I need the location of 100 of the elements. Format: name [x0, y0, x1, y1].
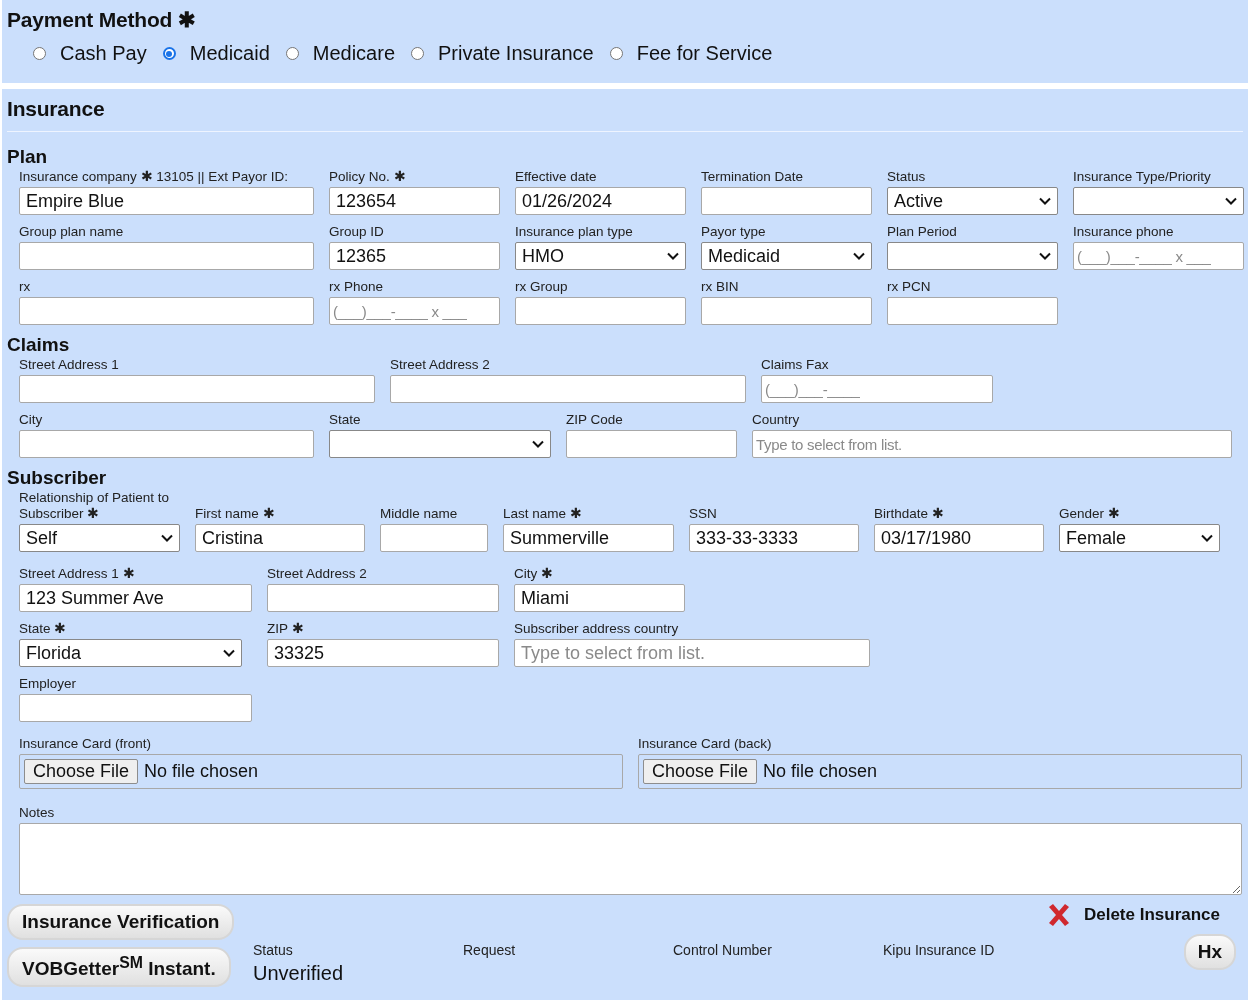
- radio-label[interactable]: Fee for Service: [636, 42, 773, 65]
- subsection-heading: Subscriber: [7, 467, 108, 489]
- field-label: First name ✱: [195, 506, 276, 522]
- field-label: Employer: [19, 676, 78, 692]
- field-label: Insurance company ✱ 13105 || Ext Payor ID:: [19, 169, 289, 185]
- input-field[interactable]: (___)___-____: [761, 375, 993, 403]
- column-label: Request: [463, 942, 517, 958]
- field-label: Plan Period: [887, 224, 958, 240]
- radio-button[interactable]: [609, 47, 623, 60]
- input-field[interactable]: [19, 242, 314, 270]
- field-label: Street Address 1 ✱: [19, 566, 136, 582]
- dropdown[interactable]: Florida: [19, 639, 242, 667]
- input-field[interactable]: Cristina: [195, 524, 365, 552]
- input-field[interactable]: [19, 297, 314, 325]
- chevron-down-icon: [667, 252, 679, 260]
- input-field[interactable]: [887, 297, 1058, 325]
- file-status-text: No file chosen: [144, 761, 259, 782]
- radio-label[interactable]: Medicaid: [189, 42, 270, 65]
- radio-label[interactable]: Cash Pay: [60, 42, 147, 65]
- choose-file-button[interactable]: Choose File: [24, 759, 139, 784]
- input-field[interactable]: [267, 584, 499, 612]
- dropdown[interactable]: [329, 430, 551, 458]
- input-field[interactable]: [19, 375, 375, 403]
- field-label: ZIP ✱: [267, 621, 305, 637]
- input-field[interactable]: (___)___-____ x ___: [329, 297, 500, 325]
- vobgetter-button[interactable]: VOBGetter$^{SM}$ Instant.: [7, 947, 231, 988]
- dropdown[interactable]: [1073, 187, 1244, 215]
- chevron-down-icon: [1039, 197, 1051, 205]
- field-label: Insurance Type/Priority: [1073, 169, 1212, 185]
- input-field[interactable]: [390, 375, 746, 403]
- field-label: rx Phone: [329, 279, 385, 295]
- field-label: rx BIN: [701, 279, 740, 295]
- input-field[interactable]: (___)___-____ x ___: [1073, 242, 1244, 270]
- input-field[interactable]: Empire Blue: [19, 187, 314, 215]
- dropdown[interactable]: Female: [1059, 524, 1220, 552]
- input-field[interactable]: 12365: [329, 242, 500, 270]
- field-label: Gender ✱: [1059, 506, 1121, 522]
- field-label: Policy No. ✱: [329, 169, 407, 185]
- field-label: State ✱: [19, 621, 68, 637]
- subsection-heading: Claims: [7, 334, 71, 356]
- dropdown[interactable]: Active: [887, 187, 1058, 215]
- field-label: Subscriber address country: [514, 621, 680, 637]
- input-field[interactable]: 01/26/2024: [515, 187, 686, 215]
- field-label: ZIP Code: [566, 412, 624, 428]
- input-field[interactable]: [380, 524, 488, 552]
- input-field[interactable]: 33325: [267, 639, 499, 667]
- file-status-text: No file chosen: [763, 761, 878, 782]
- delete-insurance-link[interactable]: Delete Insurance: [1083, 905, 1220, 925]
- input-field[interactable]: [19, 430, 314, 458]
- input-field[interactable]: 123654: [329, 187, 500, 215]
- field-label: Street Address 1: [19, 357, 120, 373]
- field-label: SSN: [689, 506, 718, 522]
- insurance-verification-button[interactable]: Insurance Verification: [7, 904, 235, 940]
- column-label: Control Number: [673, 942, 773, 958]
- choose-file-button[interactable]: Choose File: [643, 759, 758, 784]
- field-label: Claims Fax: [761, 357, 830, 373]
- input-field[interactable]: Type to select from list.: [752, 430, 1232, 458]
- radio-button[interactable]: [33, 47, 46, 60]
- chevron-down-icon: [161, 534, 173, 542]
- field-label: Insurance phone: [1073, 224, 1175, 240]
- field-label: Country: [752, 412, 801, 428]
- input-field[interactable]: Summerville: [503, 524, 674, 552]
- input-field[interactable]: 333-33-3333: [689, 524, 859, 552]
- notes-field[interactable]: [19, 823, 1242, 895]
- dropdown[interactable]: Self: [19, 524, 180, 552]
- radio-button[interactable]: [411, 47, 425, 60]
- field-label: Street Address 2: [267, 566, 368, 582]
- dropdown[interactable]: Medicaid: [701, 242, 872, 270]
- hx-button[interactable]: Hx: [1183, 934, 1236, 970]
- column-label: Status: [253, 942, 294, 958]
- input-field[interactable]: [515, 297, 686, 325]
- column-value: Unverified: [253, 962, 345, 985]
- field-label: Effective date: [515, 169, 598, 185]
- section-heading: Insurance: [7, 97, 1243, 132]
- field-label: State: [329, 412, 362, 428]
- dropdown[interactable]: [887, 242, 1058, 270]
- field-label: Notes: [19, 805, 56, 821]
- field-label: Payor type: [701, 224, 767, 240]
- field-label: Last name ✱: [503, 506, 583, 522]
- field-label: Group plan name: [19, 224, 125, 240]
- subsection-heading: Plan: [7, 146, 49, 168]
- input-field[interactable]: 123 Summer Ave: [19, 584, 252, 612]
- input-field[interactable]: [701, 297, 872, 325]
- input-field[interactable]: [566, 430, 737, 458]
- input-field[interactable]: 03/17/1980: [874, 524, 1044, 552]
- input-field[interactable]: Miami: [514, 584, 685, 612]
- field-label: Insurance Card (back): [638, 736, 773, 752]
- field-label: Birthdate ✱: [874, 506, 945, 522]
- input-field[interactable]: Type to select from list.: [514, 639, 870, 667]
- chevron-down-icon: [532, 440, 544, 448]
- field-label: Termination Date: [701, 169, 805, 185]
- field-label: rx: [19, 279, 32, 295]
- radio-label[interactable]: Medicare: [312, 42, 396, 65]
- input-field[interactable]: [701, 187, 872, 215]
- dropdown[interactable]: HMO: [515, 242, 686, 270]
- field-label: rx Group: [515, 279, 569, 295]
- radio-button[interactable]: [162, 47, 176, 60]
- input-field[interactable]: [19, 694, 252, 722]
- radio-button[interactable]: [285, 47, 299, 60]
- radio-label[interactable]: Private Insurance: [438, 42, 594, 65]
